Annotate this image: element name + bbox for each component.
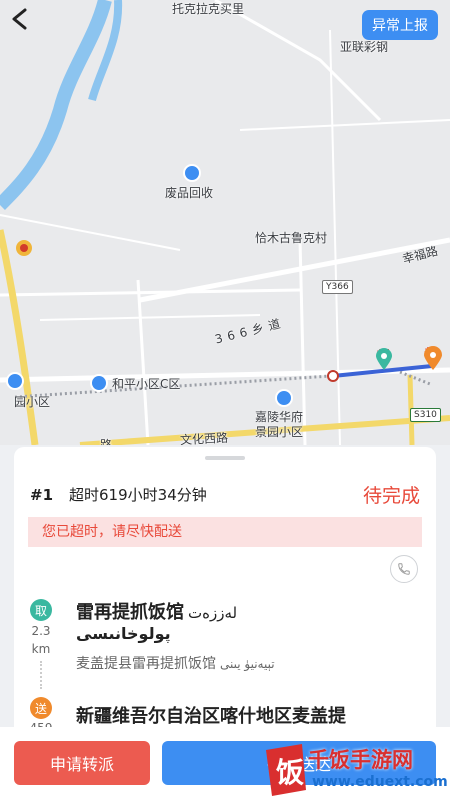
pickup-distance-unit: km xyxy=(31,642,51,656)
map-view[interactable]: 托克拉克买里 亚联彩钢 废品回收 恰木古鲁克村 幸福路 Y366 366乡道 和… xyxy=(0,0,450,445)
dropoff-badge: 送 xyxy=(30,697,52,719)
request-transfer-button[interactable]: 申请转派 xyxy=(14,741,150,785)
pickup-address: 麦盖提县雷再提抓饭馆 تېيەنيۈ يىنى xyxy=(76,653,275,673)
order-header: #1 超时619小时34分钟 待完成 xyxy=(30,481,420,508)
report-exception-button[interactable]: 异常上报 xyxy=(362,10,438,40)
map-label-garden: 园小区 xyxy=(14,395,51,409)
road-sign-s310: S310 xyxy=(410,408,441,422)
pickup-pin-icon xyxy=(376,348,392,370)
status-badge: 待完成 xyxy=(362,485,420,507)
residential-icon xyxy=(90,374,108,392)
pickup-shop-name: 雷再提抓饭馆 لەززەت xyxy=(76,598,237,624)
map-label-jialing-2: 景园小区 xyxy=(255,425,304,439)
map-label-heping: 和平小区C区 xyxy=(112,377,181,391)
dropoff-marker-icon[interactable]: #1 xyxy=(424,346,442,370)
dropoff-pin-icon xyxy=(424,346,442,370)
road-sign-y366: Y366 xyxy=(322,280,353,294)
back-button[interactable] xyxy=(10,8,44,42)
map-label-recycle: 废品回收 xyxy=(165,186,214,200)
drag-handle[interactable] xyxy=(205,456,245,460)
phone-icon xyxy=(398,563,410,575)
location-pin-icon xyxy=(183,164,201,182)
watermark-url: www.eduext.com xyxy=(312,774,448,790)
shop-name-ug-2: پولوخانىسى xyxy=(76,624,171,643)
dropoff-address: 新疆维吾尔自治区喀什地区麦盖提 xyxy=(76,706,346,727)
pickup-address-ug: تېيەنيۈ يىنى xyxy=(220,657,275,671)
pickup-badge: 取 xyxy=(30,599,52,621)
order-number: #1 xyxy=(30,485,54,504)
overtime-text: 超时619小时34分钟 xyxy=(69,486,207,504)
map-label-village: 恰木古鲁克村 xyxy=(255,231,328,245)
pickup-address-cn: 麦盖提县雷再提抓饭馆 xyxy=(76,656,216,672)
pickup-distance: 2.3 xyxy=(31,624,51,638)
map-label-road: 路 xyxy=(100,438,113,445)
map-label-steel: 亚联彩钢 xyxy=(340,40,389,54)
route-connector xyxy=(40,661,42,689)
call-button[interactable] xyxy=(390,555,418,583)
svg-text:饭: 饭 xyxy=(276,756,304,789)
shop-name-ug-1: لەززەت xyxy=(188,604,238,622)
watermark-text: 千饭手游网 xyxy=(308,748,413,772)
residential-icon xyxy=(6,372,24,390)
overtime-alert: 您已超时，请尽快配送 xyxy=(28,517,422,547)
shop-name-cn: 雷再提抓饭馆 xyxy=(76,602,184,623)
pickup-marker-icon[interactable]: #1 xyxy=(376,348,392,370)
map-roads xyxy=(0,0,450,445)
back-arrow-icon xyxy=(12,8,27,30)
residential-icon xyxy=(275,389,293,407)
map-label-top-place: 托克拉克买里 xyxy=(172,2,245,16)
order-card: #1 超时619小时34分钟 待完成 您已超时，请尽快配送 取 2.3 km 雷… xyxy=(14,447,436,727)
map-label-wenhua-road: 文化西路 xyxy=(179,430,229,445)
